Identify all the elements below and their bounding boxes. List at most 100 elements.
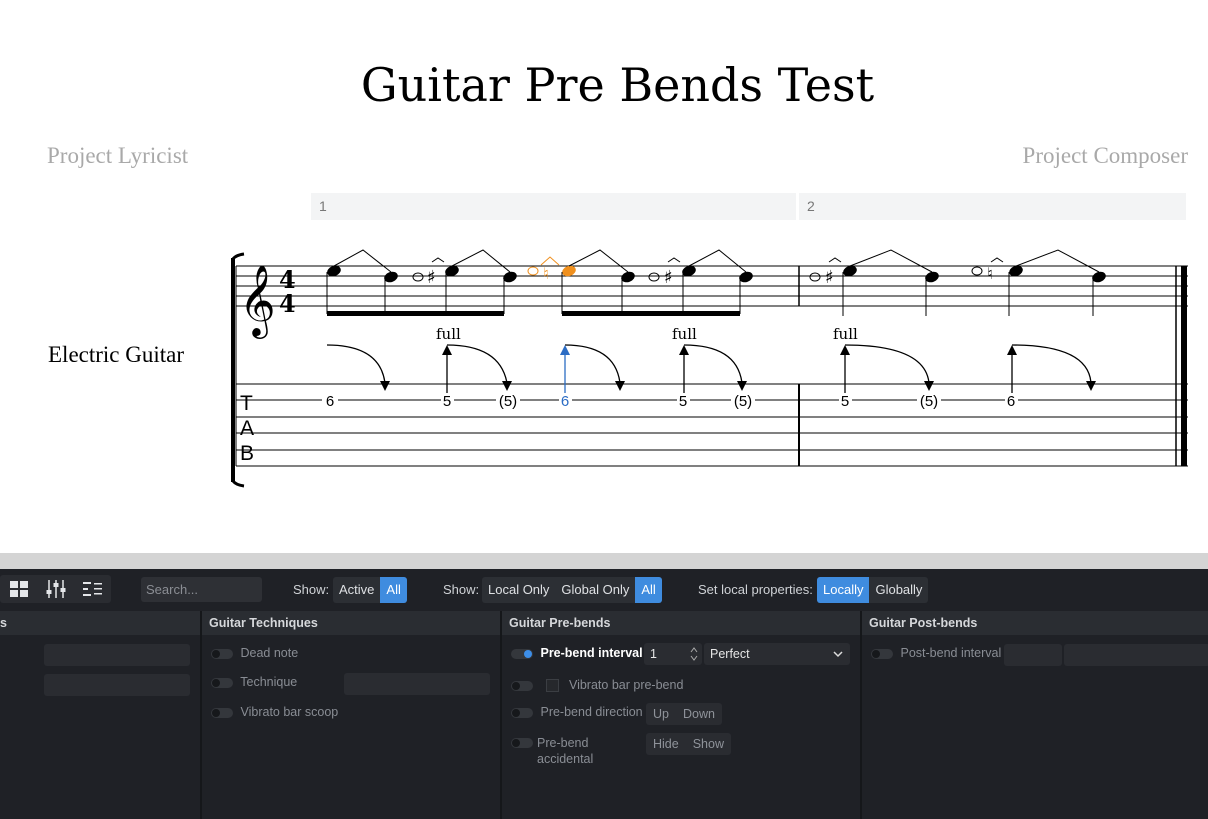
- tab-number[interactable]: (5): [920, 393, 938, 410]
- tab-number[interactable]: 5: [841, 393, 849, 410]
- properties-toolbar: Show: Active All Show: Local Only Global…: [0, 569, 1208, 611]
- vibrato-bar-scoop-toggle[interactable]: [211, 707, 233, 718]
- vibrato-bar-prebend-toggle[interactable]: [511, 680, 533, 691]
- prebend-direction-toggle[interactable]: [511, 707, 533, 718]
- vibrato-bar-prebend-row: Vibrato bar pre-bend: [511, 678, 684, 693]
- grid-icon[interactable]: [8, 579, 30, 599]
- show-local-only-option[interactable]: Local Only: [482, 577, 555, 603]
- tab-number[interactable]: (5): [734, 393, 752, 410]
- prebend-interval-number[interactable]: 1: [644, 643, 702, 665]
- svg-text:♮: ♮: [543, 264, 549, 283]
- prebend-direction-buttons: Up Down: [646, 703, 722, 725]
- note-group-2-selected[interactable]: ♮ ♯: [527, 249, 754, 314]
- direction-down-button[interactable]: Down: [676, 703, 722, 725]
- show-global-only-option[interactable]: Global Only: [555, 577, 635, 603]
- accidental-hide-button[interactable]: Hide: [646, 733, 686, 755]
- tab-number-selected[interactable]: 6: [561, 393, 569, 410]
- vibrato-bar-scoop-label: Vibrato bar scoop: [240, 705, 339, 719]
- postbend-interval-number[interactable]: [1004, 644, 1062, 666]
- set-local-toggle: Locally Globally: [817, 577, 929, 603]
- set-local-label: Set local properties:: [698, 582, 813, 597]
- prebend-interval-label: Pre-bend interval: [540, 646, 643, 660]
- group-header: Guitar Post-bends: [862, 611, 1208, 635]
- bend-label-full-2[interactable]: full: [672, 325, 697, 343]
- tab-clef-a: A: [240, 417, 254, 440]
- show-scope-label: Show:: [443, 582, 480, 597]
- direction-up-button[interactable]: Up: [646, 703, 676, 725]
- guitar-prebends-group: Guitar Pre-bends Pre-bend interval 1 Per…: [502, 611, 862, 819]
- group-header: Guitar Pre-bends: [502, 611, 860, 635]
- prebend-quality-value: Perfect: [710, 647, 750, 661]
- tab-number[interactable]: (5): [499, 393, 517, 410]
- show-active-label: Show:: [293, 582, 330, 597]
- bend-label-full-3[interactable]: full: [833, 325, 858, 343]
- postbend-interval-toggle[interactable]: [871, 648, 893, 659]
- prebend-accidental-row: Pre-bend accidental: [511, 735, 621, 767]
- property-field[interactable]: [44, 674, 190, 696]
- technique-toggle[interactable]: [211, 677, 233, 688]
- guitar-postbends-group: Guitar Post-bends Post-bend interval: [862, 611, 1208, 819]
- accidental-show-button[interactable]: Show: [686, 733, 731, 755]
- search-input[interactable]: [141, 577, 262, 602]
- chevron-down-icon: [833, 651, 843, 658]
- note-group-1[interactable]: ♯: [326, 249, 519, 314]
- vibrato-bar-prebend-checkbox[interactable]: [546, 679, 560, 693]
- postbend-interval-label: Post-bend interval: [900, 646, 1002, 660]
- panel-splitter[interactable]: [0, 553, 1208, 569]
- spinner-arrows-icon[interactable]: [690, 646, 698, 662]
- vibrato-bar-scoop-row: Vibrato bar scoop: [211, 705, 338, 719]
- prebend-quality-select[interactable]: Perfect: [704, 643, 850, 665]
- properties-panel: Show: Active All Show: Local Only Global…: [0, 569, 1208, 819]
- svg-text:♯: ♯: [825, 267, 834, 288]
- score-view[interactable]: Guitar Pre Bends Test Project Lyricist P…: [0, 0, 1208, 553]
- show-scope-toggle: Local Only Global Only All: [482, 577, 662, 603]
- tab-number[interactable]: 5: [443, 393, 451, 410]
- prebend-interval-toggle[interactable]: [511, 648, 533, 659]
- tab-staff: [236, 383, 1188, 467]
- show-all-option[interactable]: All: [380, 577, 407, 603]
- notation-svg[interactable]: 𝄞 4 4 T A B ♯ ♮ ♯ ♯ ♮ full full full 6 5…: [0, 0, 1208, 553]
- vibrato-bar-prebend-label: Vibrato bar pre-bend: [568, 678, 684, 692]
- dead-note-label: Dead note: [240, 646, 299, 660]
- prebend-accidental-buttons: Hide Show: [646, 733, 731, 755]
- prebend-accidental-toggle[interactable]: [511, 738, 533, 748]
- prebend-interval-row: Pre-bend interval: [511, 646, 643, 660]
- property-field[interactable]: [44, 644, 190, 666]
- svg-text:♯: ♯: [664, 267, 673, 288]
- bend-label-full-1[interactable]: full: [436, 325, 461, 343]
- view-mode-buttons: [0, 575, 111, 603]
- tab-number[interactable]: 5: [679, 393, 687, 410]
- show-active-option[interactable]: Active: [333, 577, 380, 603]
- technique-label: Technique: [240, 675, 298, 689]
- group-header: Guitar Techniques: [202, 611, 500, 635]
- properties-group-partial: s: [0, 611, 202, 819]
- show-scope-all-option[interactable]: All: [635, 577, 662, 603]
- guitar-techniques-group: Guitar Techniques Dead note Technique Vi…: [202, 611, 502, 819]
- prebend-direction-row: Pre-bend direction: [511, 705, 643, 719]
- beams: [327, 311, 740, 316]
- postbend-interval-row: Post-bend interval: [871, 646, 1001, 660]
- prebend-direction-label: Pre-bend direction: [540, 705, 643, 719]
- mixer-sliders-icon[interactable]: [45, 579, 67, 599]
- show-active-toggle: Active All: [333, 577, 407, 603]
- dead-note-row: Dead note: [211, 646, 298, 660]
- group-header: s: [0, 611, 200, 635]
- bend-arrows[interactable]: [326, 344, 1092, 393]
- list-tree-icon[interactable]: [82, 579, 104, 599]
- technique-field[interactable]: [344, 673, 490, 695]
- technique-row: Technique: [211, 675, 297, 689]
- svg-text:♮: ♮: [987, 264, 993, 283]
- tab-clef-t: T: [240, 392, 253, 415]
- treble-clef[interactable]: 𝄞: [239, 263, 276, 339]
- svg-text:♯: ♯: [427, 267, 436, 288]
- dead-note-toggle[interactable]: [211, 648, 233, 659]
- postbend-quality-select[interactable]: [1064, 644, 1208, 666]
- locally-option[interactable]: Locally: [817, 577, 870, 603]
- globally-option[interactable]: Globally: [869, 577, 928, 603]
- standard-staff: [236, 265, 1188, 307]
- tab-number[interactable]: 6: [1007, 393, 1015, 410]
- prebend-interval-value: 1: [650, 647, 657, 661]
- tab-number[interactable]: 6: [326, 393, 334, 410]
- time-signature-bottom[interactable]: 4: [279, 289, 296, 318]
- prebend-accidental-label: Pre-bend accidental: [537, 736, 594, 766]
